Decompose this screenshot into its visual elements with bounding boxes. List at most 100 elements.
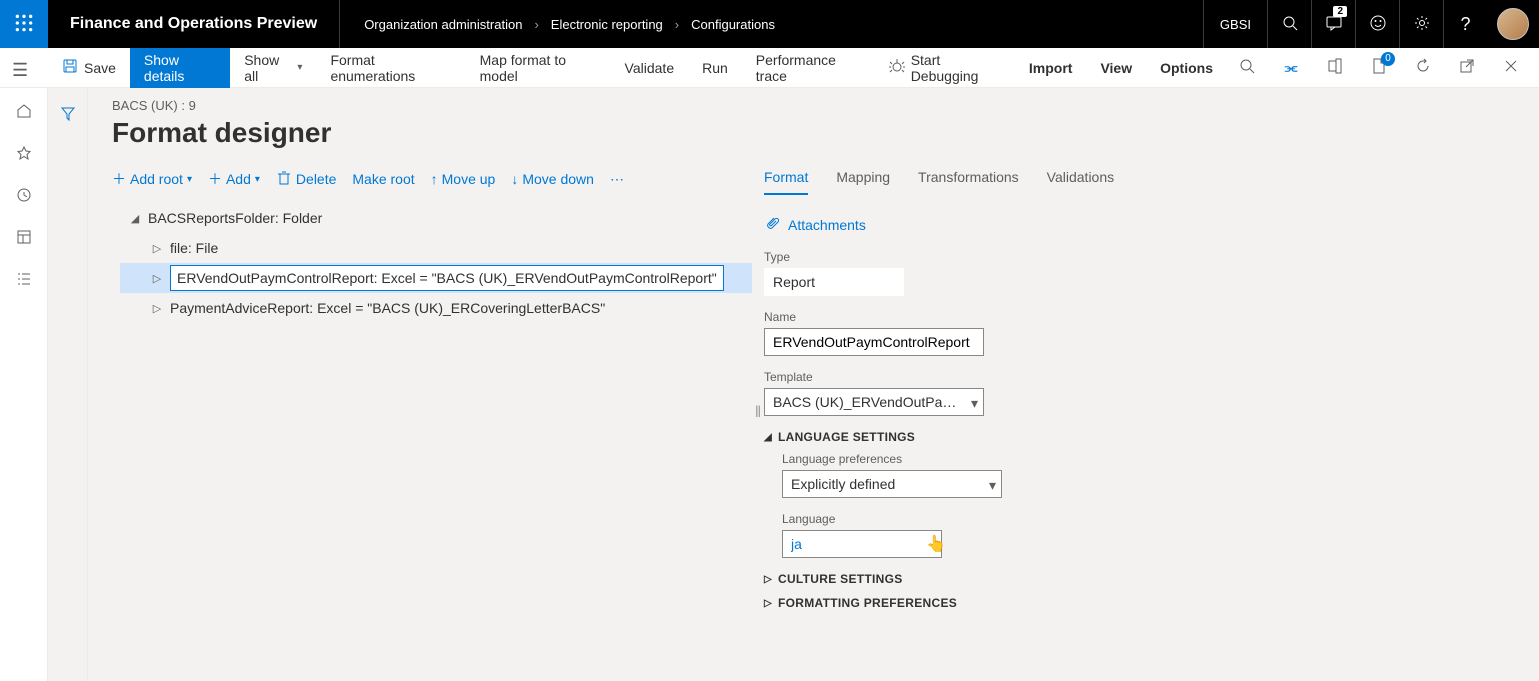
tab-format[interactable]: Format (764, 169, 808, 195)
breadcrumb-item[interactable]: Configurations (691, 17, 775, 32)
breadcrumb-item[interactable]: Electronic reporting (551, 17, 663, 32)
import-button[interactable]: Import (1015, 48, 1087, 88)
content-area: BACS (UK) : 9 Format designer ＋Add root▾… (88, 88, 1539, 681)
start-debugging-button[interactable]: Start Debugging (875, 48, 1015, 88)
template-label: Template (764, 370, 1515, 384)
attach-button[interactable]: ⫘ (1271, 48, 1311, 88)
command-bar: ☰ Save Show details Show all ▾ Format en… (0, 48, 1539, 88)
start-debug-label: Start Debugging (911, 52, 1001, 84)
show-details-button[interactable]: Show details (130, 48, 230, 88)
map-format-button[interactable]: Map format to model (466, 48, 611, 88)
options-button[interactable]: Options (1146, 48, 1227, 88)
section-label: LANGUAGE SETTINGS (778, 430, 915, 444)
expand-icon[interactable]: ▷ (150, 272, 164, 285)
attachments-link[interactable]: Attachments (764, 215, 1515, 234)
open-badge: 0 (1381, 52, 1395, 66)
view-label: View (1100, 60, 1132, 76)
left-nav-rail (0, 88, 48, 681)
company-picker[interactable]: GBSI (1203, 0, 1267, 48)
language-input[interactable] (782, 530, 942, 558)
top-bar-right: GBSI 2 ? (1203, 0, 1539, 48)
expand-icon[interactable]: ▷ (150, 242, 164, 255)
move-down-button[interactable]: ↓Move down (511, 171, 594, 187)
search-icon (1282, 15, 1298, 34)
performance-trace-button[interactable]: Performance trace (742, 48, 875, 88)
help-button[interactable]: ? (1443, 0, 1487, 48)
chevron-right-icon: › (534, 17, 538, 32)
field-template: Template BACS (UK)_ERVendOutPaymC... ▾ (764, 370, 1515, 416)
collapse-icon[interactable]: ◢ (128, 212, 142, 225)
add-root-button[interactable]: ＋Add root▾ (112, 169, 192, 189)
language-settings-header[interactable]: ◢ LANGUAGE SETTINGS (764, 430, 1515, 444)
grid-icon (16, 229, 32, 248)
app-launcher-button[interactable] (0, 0, 48, 48)
validate-button[interactable]: Validate (611, 48, 689, 88)
label: Move up (442, 171, 496, 187)
options-label: Options (1160, 60, 1213, 76)
make-root-button[interactable]: Make root (352, 171, 414, 187)
office-button[interactable] (1315, 48, 1355, 88)
show-all-button[interactable]: Show all ▾ (230, 48, 316, 88)
tree-row[interactable]: ▷ file: File (120, 233, 752, 263)
funnel-icon (60, 109, 76, 125)
home-nav[interactable] (2, 92, 46, 132)
favorites-nav[interactable] (2, 134, 46, 174)
tree-row[interactable]: ▷ PaymentAdviceReport: Excel = "BACS (UK… (120, 293, 752, 323)
format-enumerations-button[interactable]: Format enumerations (316, 48, 465, 88)
clock-icon (16, 187, 32, 206)
tree-row-selected[interactable]: ▷ ERVendOutPaymControlReport: Excel = "B… (120, 263, 752, 293)
close-button[interactable] (1491, 48, 1531, 88)
field-type: Type Report (764, 250, 1515, 296)
workspaces-nav[interactable] (2, 218, 46, 258)
breadcrumb-item[interactable]: Organization administration (364, 17, 522, 32)
chat-icon (1326, 15, 1342, 34)
settings-button[interactable] (1399, 0, 1443, 48)
view-button[interactable]: View (1086, 48, 1146, 88)
pane-splitter[interactable]: ‖ (752, 169, 764, 657)
notifications-button[interactable]: 2 (1311, 0, 1355, 48)
culture-settings-header[interactable]: ▷ CULTURE SETTINGS (764, 572, 1515, 586)
name-input[interactable] (764, 328, 984, 356)
formatting-preferences-header[interactable]: ▷ FORMATTING PREFERENCES (764, 596, 1515, 610)
expand-icon[interactable]: ▷ (150, 302, 164, 315)
filter-button[interactable] (60, 106, 76, 681)
search-button[interactable] (1267, 0, 1311, 48)
open-button[interactable]: 0 (1359, 48, 1399, 88)
save-button[interactable]: Save (48, 48, 130, 88)
delete-button[interactable]: Delete (276, 170, 336, 189)
arrow-down-icon: ↓ (511, 171, 518, 187)
avatar[interactable] (1497, 8, 1529, 40)
map-format-label: Map format to model (480, 52, 597, 84)
chevron-down-icon: ▾ (971, 395, 978, 412)
chevron-down-icon: ▾ (187, 174, 192, 185)
feedback-button[interactable] (1355, 0, 1399, 48)
validate-label: Validate (625, 60, 675, 76)
star-icon (16, 145, 32, 164)
app-title: Finance and Operations Preview (48, 0, 340, 48)
tree-row[interactable]: ◢ BACSReportsFolder: Folder (120, 203, 752, 233)
tab-transformations[interactable]: Transformations (918, 169, 1019, 195)
cmd-search-button[interactable] (1227, 48, 1267, 88)
property-tabs: Format Mapping Transformations Validatio… (764, 169, 1515, 195)
gear-icon (1414, 15, 1430, 34)
nav-toggle-button[interactable]: ☰ (12, 60, 28, 81)
close-icon (1503, 58, 1519, 77)
modules-nav[interactable] (2, 260, 46, 300)
add-button[interactable]: ＋Add▾ (208, 169, 260, 189)
refresh-button[interactable] (1403, 48, 1443, 88)
move-up-button[interactable]: ↑Move up (431, 171, 496, 187)
trash-icon (276, 170, 292, 189)
top-bar: Finance and Operations Preview Organizat… (0, 0, 1539, 48)
run-button[interactable]: Run (688, 48, 742, 88)
more-button[interactable]: ⋯ (610, 171, 624, 188)
tab-mapping[interactable]: Mapping (836, 169, 890, 195)
template-select[interactable]: BACS (UK)_ERVendOutPaymC... ▾ (764, 388, 984, 416)
collapse-icon: ◢ (764, 432, 772, 443)
tab-validations[interactable]: Validations (1047, 169, 1114, 195)
attachments-label: Attachments (788, 217, 866, 233)
popout-button[interactable] (1447, 48, 1487, 88)
lang-pref-select[interactable]: Explicitly defined ▾ (782, 470, 1002, 498)
recent-nav[interactable] (2, 176, 46, 216)
type-label: Type (764, 250, 1515, 264)
import-label: Import (1029, 60, 1073, 76)
